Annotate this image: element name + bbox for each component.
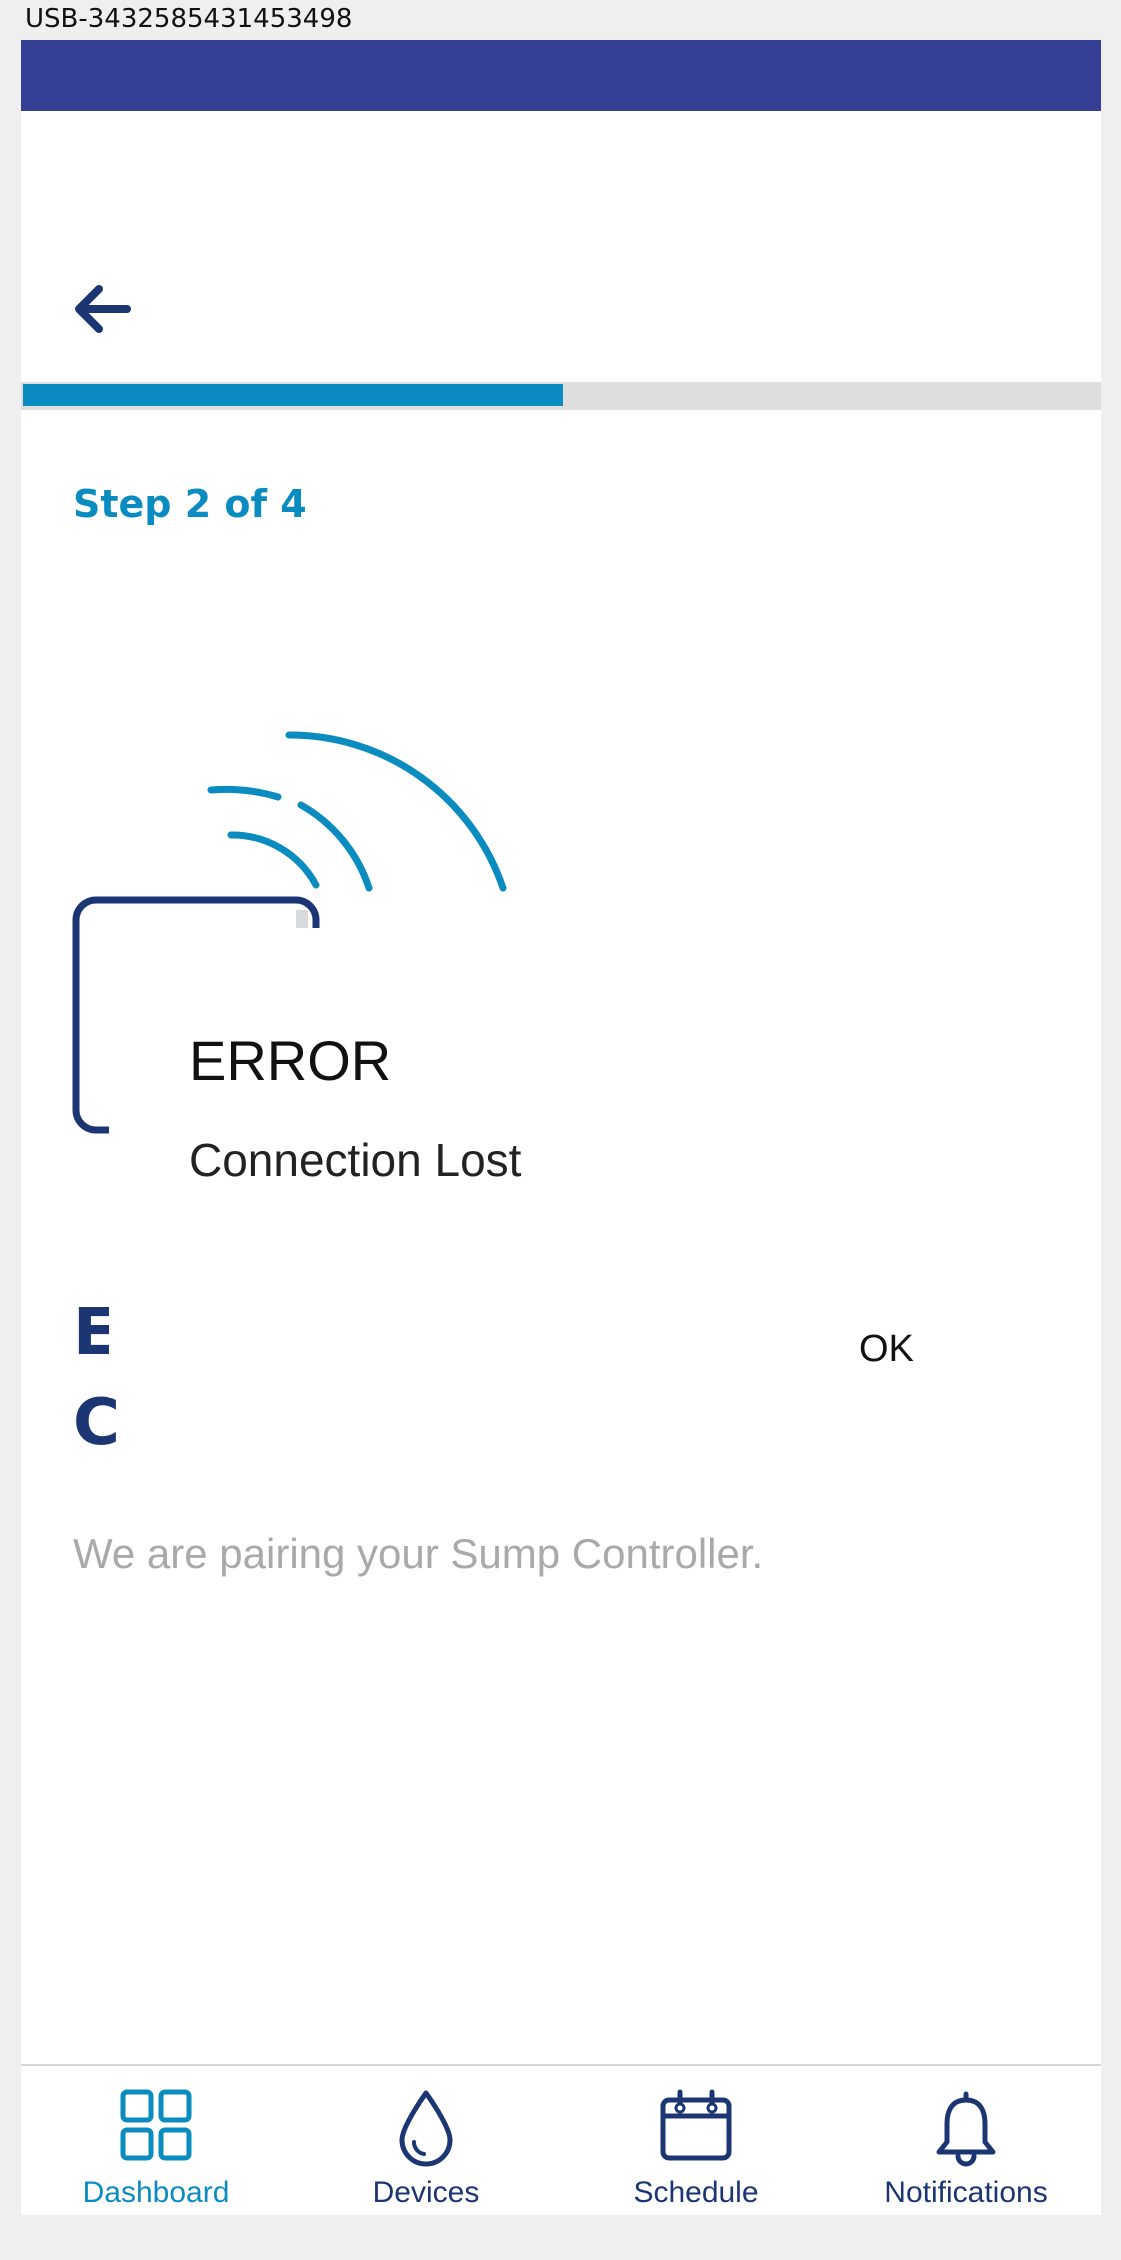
back-button[interactable] — [67, 274, 137, 344]
tab-notifications[interactable]: Notifications — [831, 2066, 1101, 2215]
error-dialog: ERROR Connection Lost OK — [109, 928, 999, 1398]
app-screen: Step 2 of 4 E C We are pairing your Sump… — [21, 40, 1101, 2215]
dialog-ok-button[interactable]: OK — [859, 1328, 914, 1371]
dialog-title: ERROR — [189, 1029, 392, 1092]
grid-icon — [120, 2089, 192, 2161]
dialog-message: Connection Lost — [189, 1134, 522, 1186]
tab-devices[interactable]: Devices — [291, 2066, 561, 2215]
arrow-left-icon — [75, 285, 131, 333]
tab-label: Schedule — [633, 2176, 759, 2209]
progress-fill — [23, 384, 563, 406]
calendar-icon — [660, 2089, 732, 2161]
tab-dashboard[interactable]: Dashboard — [21, 2066, 291, 2215]
tab-label: Notifications — [884, 2176, 1048, 2209]
bottom-tab-bar: Dashboard Devices Schedule Notifications — [21, 2064, 1101, 2215]
page-subtitle: We are pairing your Sump Controller. — [73, 1530, 764, 1577]
bell-icon — [936, 2091, 996, 2167]
tab-schedule[interactable]: Schedule — [561, 2066, 831, 2215]
tab-label: Dashboard — [82, 2176, 230, 2209]
droplet-icon — [399, 2090, 453, 2167]
step-label: Step 2 of 4 — [73, 482, 307, 526]
device-label: USB-3432585431453498 — [25, 4, 353, 34]
tab-label: Devices — [372, 2176, 480, 2209]
status-bar — [21, 40, 1101, 111]
